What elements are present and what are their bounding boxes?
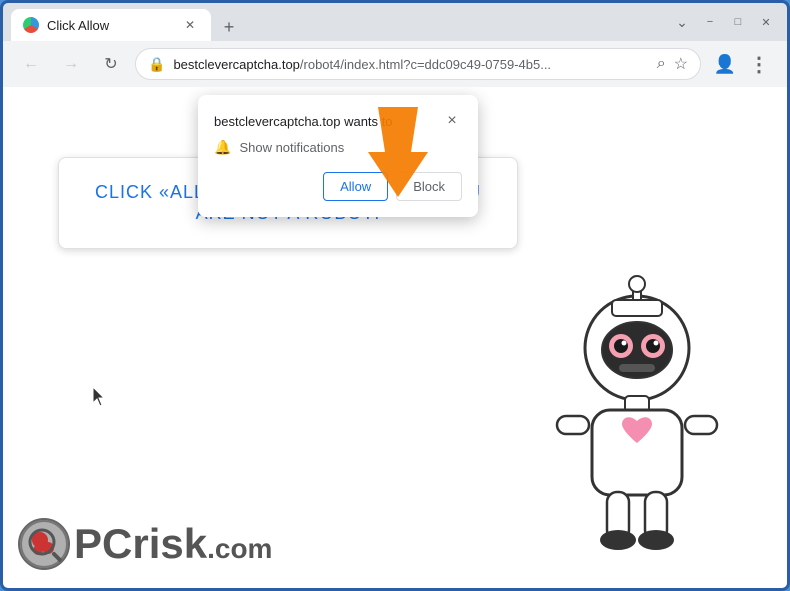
pcrisk-logo: PCrisk.com — [18, 518, 272, 570]
new-tab-button[interactable]: + — [215, 13, 243, 41]
account-icon[interactable]: 👤 — [709, 48, 741, 80]
robot-illustration — [537, 268, 757, 568]
refresh-button[interactable]: ↻ — [95, 48, 127, 80]
minimize-button[interactable]: − — [697, 9, 723, 35]
active-tab[interactable]: Click Allow ✕ — [11, 9, 211, 41]
arrow-icon — [353, 102, 443, 202]
popup-close-button[interactable]: × — [442, 111, 462, 131]
content-area: bestclevercaptcha.top wants to × 🔔 Show … — [3, 87, 787, 588]
url-text: bestclevercaptcha.top/robot4/index.html?… — [173, 57, 648, 72]
arrow-indicator — [353, 102, 443, 207]
pcrisk-risk-text: risk — [132, 523, 207, 565]
url-domain: bestclevercaptcha.top — [173, 57, 299, 72]
browser-window: Click Allow ✕ + ⌄ − □ ✕ ← → ↻ 🔒 bestclev… — [0, 0, 790, 591]
maximize-button[interactable]: □ — [725, 9, 751, 35]
pcrisk-icon — [18, 518, 70, 570]
title-bar: Click Allow ✕ + ⌄ − □ ✕ — [3, 3, 787, 41]
nav-actions: 👤 ⋮ — [709, 48, 775, 80]
bell-icon: 🔔 — [214, 139, 231, 156]
tab-close-button[interactable]: ✕ — [181, 16, 199, 34]
bookmark-icon[interactable]: ☆ — [674, 54, 688, 74]
tab-title: Click Allow — [47, 18, 173, 33]
search-icon: ⌕ — [657, 55, 666, 73]
lock-icon: 🔒 — [148, 56, 165, 73]
url-path: /robot4/index.html?c=ddc09c49-0759-4b5..… — [300, 57, 551, 72]
pcrisk-pc-text: PC — [74, 523, 132, 565]
address-bar[interactable]: 🔒 bestclevercaptcha.top/robot4/index.htm… — [135, 48, 701, 80]
navigation-bar: ← → ↻ 🔒 bestclevercaptcha.top/robot4/ind… — [3, 41, 787, 87]
forward-button[interactable]: → — [55, 48, 87, 80]
robot-svg — [537, 268, 737, 568]
mouse-cursor — [93, 387, 105, 405]
popup-permission-text: Show notifications — [239, 140, 344, 155]
close-button[interactable]: ✕ — [753, 9, 779, 35]
chrome-options-icon[interactable]: ⌄ — [669, 9, 695, 35]
pcrisk-dotcom-text: .com — [207, 533, 272, 565]
window-controls: ⌄ − □ ✕ — [669, 9, 779, 35]
tab-favicon-icon — [23, 17, 39, 33]
menu-icon[interactable]: ⋮ — [743, 48, 775, 80]
back-button[interactable]: ← — [15, 48, 47, 80]
tab-area: Click Allow ✕ + — [11, 3, 661, 41]
